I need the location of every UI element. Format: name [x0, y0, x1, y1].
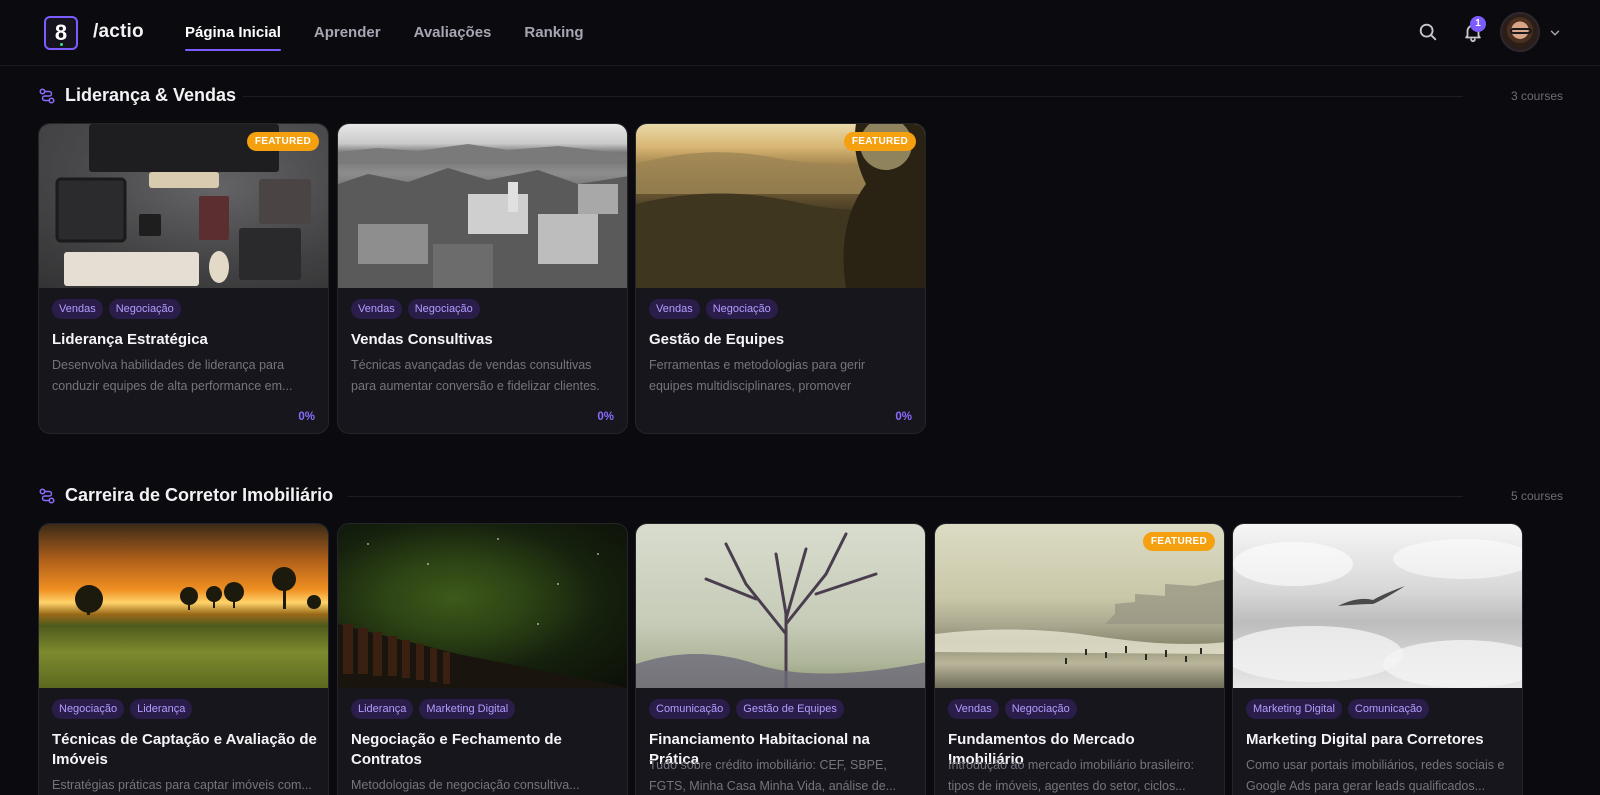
- course-tag: Negociação: [52, 699, 125, 719]
- course-title: Gestão de Equipes: [649, 331, 785, 348]
- course-image-art: [338, 144, 627, 288]
- course-tag: Marketing Digital: [419, 699, 516, 719]
- course-title: Marketing Digital para Corretores: [1246, 731, 1484, 748]
- course-image-art: [338, 538, 627, 688]
- course-image-art: [636, 532, 925, 690]
- course-description: Técnicas avançadas de vendas consultivas…: [351, 358, 600, 393]
- course-image: [636, 524, 925, 690]
- course-tag: Gestão de Equipes: [736, 699, 844, 719]
- course-image: [338, 524, 627, 688]
- course-card[interactable]: FEATURED Vendas Negociação Gestão de Equ…: [635, 123, 926, 434]
- course-tag: Vendas: [351, 299, 402, 319]
- course-tags: Liderança Marketing Digital: [351, 699, 521, 719]
- course-description: Desenvolva habilidades de liderança para…: [52, 358, 293, 393]
- course-image: [338, 124, 627, 288]
- section-divider: [243, 96, 1463, 97]
- course-card[interactable]: FEATURED Vendas Negociação Liderança Est…: [38, 123, 329, 434]
- section-header-lideranca-vendas: Liderança & Vendas 3 courses: [38, 84, 1563, 110]
- course-description: Como usar portais imobiliários, redes so…: [1246, 758, 1505, 793]
- course-description: Introdução ao mercado imobiliário brasil…: [948, 758, 1194, 793]
- route-icon: [39, 488, 55, 504]
- course-tag: Comunicação: [649, 699, 731, 719]
- course-tag: Liderança: [130, 699, 193, 719]
- course-tag: Comunicação: [1347, 699, 1430, 719]
- course-tags: Vendas Negociação: [351, 299, 486, 319]
- course-tags: Comunicação Gestão de Equipes: [649, 699, 850, 719]
- user-avatar[interactable]: [1500, 12, 1540, 52]
- logo-dot: [60, 43, 63, 46]
- app-logo[interactable]: 8: [44, 16, 78, 50]
- course-tag: Negociação: [108, 299, 181, 319]
- course-tag: Vendas: [649, 299, 700, 319]
- course-tags: Vendas Negociação: [948, 699, 1083, 719]
- section-title: Liderança & Vendas: [65, 85, 237, 105]
- notification-badge: 1: [1470, 16, 1486, 32]
- course-card[interactable]: FEATURED Vendas Negociação Fundamentos d…: [934, 523, 1225, 795]
- course-tags: Marketing Digital Comunicação: [1246, 699, 1435, 719]
- course-card[interactable]: Vendas Negociação Vendas Consultivas Téc…: [337, 123, 628, 434]
- course-tag: Negociação: [407, 299, 480, 319]
- course-tag: Marketing Digital: [1246, 699, 1342, 719]
- nav-item-avaliacoes[interactable]: Avaliações: [399, 0, 507, 66]
- course-tags: Vendas Negociação: [52, 299, 187, 319]
- avatar-glasses: [1510, 28, 1532, 34]
- section-course-count: 3 courses: [1510, 89, 1563, 103]
- brand-name[interactable]: /actio: [93, 21, 144, 43]
- course-title: Liderança Estratégica: [52, 331, 208, 348]
- featured-badge: FEATURED: [246, 132, 319, 151]
- main-nav: Página Inicial Aprender Avaliações Ranki…: [170, 0, 602, 66]
- course-title: Vendas Consultivas: [351, 331, 493, 348]
- route-icon: [39, 88, 55, 104]
- section-course-count: 5 courses: [1510, 489, 1563, 503]
- chevron-down-icon[interactable]: [1548, 26, 1562, 40]
- course-tag: Vendas: [948, 699, 999, 719]
- nav-item-aprender[interactable]: Aprender: [299, 0, 396, 66]
- course-progress: 0%: [298, 411, 315, 423]
- course-card[interactable]: Liderança Marketing Digital Negociação e…: [337, 523, 628, 795]
- course-tag: Negociação: [1004, 699, 1077, 719]
- nav-item-ranking[interactable]: Ranking: [509, 0, 598, 66]
- course-tag: Liderança: [351, 699, 414, 719]
- course-image: [39, 524, 328, 688]
- course-description: Ferramentas e metodologias para gerir eq…: [649, 358, 866, 393]
- course-description: Estratégias práticas para captar imóveis…: [52, 778, 312, 792]
- top-navigation-bar: 8 /actio Página Inicial Aprender Avaliaç…: [0, 0, 1600, 66]
- section-divider: [348, 496, 1463, 497]
- search-icon[interactable]: [1417, 21, 1439, 43]
- featured-badge: FEATURED: [1142, 532, 1215, 551]
- course-image-art: [75, 567, 321, 615]
- course-card[interactable]: Marketing Digital Comunicação Marketing …: [1232, 523, 1523, 795]
- course-tag: Vendas: [52, 299, 103, 319]
- section-header-carreira-corretor: Carreira de Corretor Imobiliário 5 cours…: [38, 484, 1563, 510]
- course-card[interactable]: Negociação Liderança Técnicas de Captaçã…: [38, 523, 329, 795]
- course-image-art: [1233, 539, 1522, 688]
- course-title: Negociação e Fechamento de Contratos: [351, 731, 562, 768]
- featured-badge: FEATURED: [843, 132, 916, 151]
- course-tag: Negociação: [705, 299, 778, 319]
- nav-item-pagina-inicial[interactable]: Página Inicial: [170, 0, 296, 66]
- section-title: Carreira de Corretor Imobiliário: [65, 485, 334, 505]
- course-tags: Negociação Liderança: [52, 699, 198, 719]
- course-description: Tudo sobre crédito imobiliário: CEF, SBP…: [649, 758, 897, 793]
- course-description: Metodologias de negociação consultiva...: [351, 778, 580, 792]
- course-progress: 0%: [895, 411, 912, 423]
- course-card[interactable]: Comunicação Gestão de Equipes Financiame…: [635, 523, 926, 795]
- course-tags: Vendas Negociação: [649, 299, 784, 319]
- course-title: Técnicas de Captação e Avaliação de Imóv…: [52, 731, 317, 768]
- course-image: [1233, 524, 1522, 688]
- course-progress: 0%: [597, 411, 614, 423]
